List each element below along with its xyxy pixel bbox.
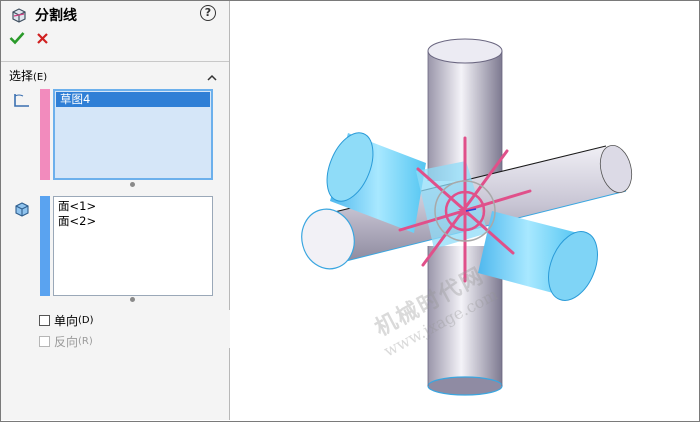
list-item[interactable]: 面<1> <box>54 199 212 214</box>
single-direction-hotkey: (D) <box>78 315 94 326</box>
confirm-check-icon[interactable] <box>9 31 25 48</box>
help-icon[interactable]: ? <box>200 5 216 21</box>
list-resize-handle[interactable] <box>130 297 135 302</box>
selection-section-header[interactable]: 选择(E) <box>9 67 47 84</box>
single-direction-label: 单向 <box>54 314 79 328</box>
reverse-direction-hotkey: (R) <box>78 336 93 347</box>
list-item[interactable]: 面<2> <box>54 214 212 229</box>
list-item[interactable]: 草图4 <box>56 92 210 107</box>
divider <box>1 61 229 62</box>
panel-title: 分割线 <box>35 8 77 24</box>
split-line-feature-icon <box>10 6 28 27</box>
property-manager-panel: 分割线 ? 选择(E) 草图4 面<1> 面<2> 单向 (D) 反向 (R) <box>1 1 230 420</box>
chevron-up-icon[interactable] <box>207 70 217 84</box>
face-selection-icon <box>13 200 31 221</box>
sketch-color-indicator <box>40 89 50 180</box>
sketch-selection-icon <box>13 92 31 111</box>
split-sketch-listbox[interactable]: 草图4 <box>53 89 213 180</box>
graphics-viewport[interactable]: 机械时代网 www.jxage.com <box>230 1 699 421</box>
single-direction-checkbox[interactable] <box>39 315 50 326</box>
reverse-direction-option: 反向 (R) <box>39 333 93 350</box>
reverse-direction-checkbox <box>39 336 50 347</box>
reverse-direction-label: 反向 <box>54 335 79 349</box>
list-resize-handle[interactable] <box>130 182 135 187</box>
faces-color-indicator <box>40 196 50 296</box>
section-hotkey: (E) <box>33 72 48 83</box>
model-view[interactable] <box>230 1 699 421</box>
single-direction-option[interactable]: 单向 (D) <box>39 312 94 329</box>
faces-to-split-listbox[interactable]: 面<1> 面<2> <box>53 196 213 296</box>
section-label: 选择 <box>9 69 34 83</box>
cancel-x-icon[interactable] <box>36 32 49 48</box>
